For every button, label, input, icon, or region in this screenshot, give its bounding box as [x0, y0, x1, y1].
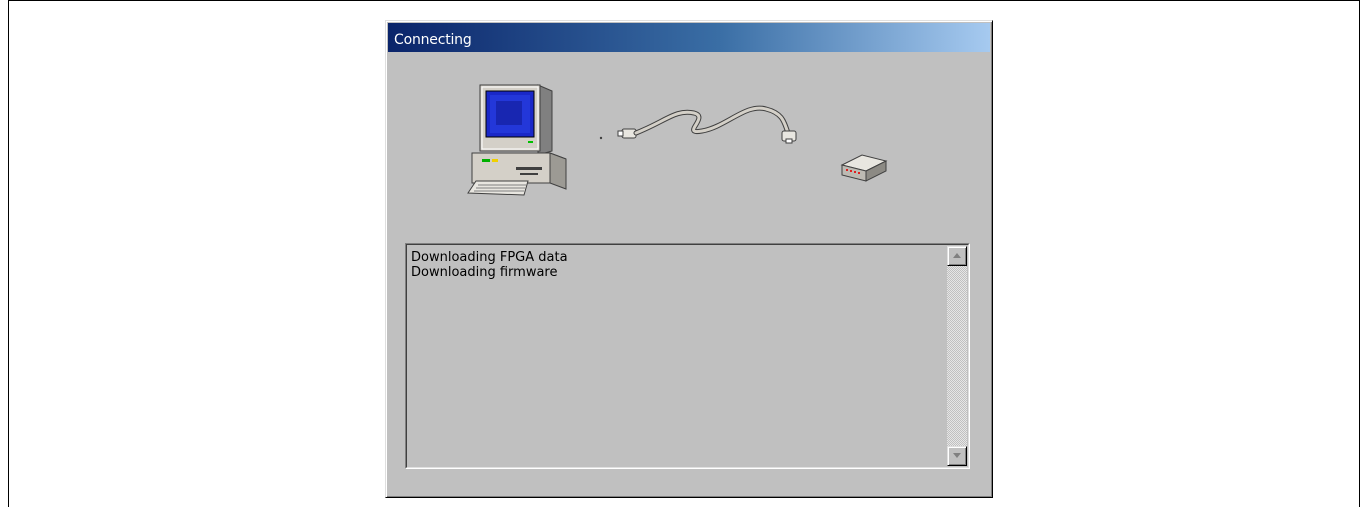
cable-icon	[599, 105, 797, 144]
connecting-dialog: Connecting Downloading FPGA data Downloa…	[385, 20, 993, 498]
log-line: Downloading firmware	[411, 265, 558, 280]
title-bar[interactable]: Connecting	[388, 23, 990, 52]
scroll-down-button[interactable]	[947, 446, 967, 466]
device-icon	[840, 154, 888, 182]
log-line: Downloading FPGA data	[411, 250, 568, 265]
window-title: Connecting	[394, 32, 472, 48]
vertical-scrollbar[interactable]	[947, 246, 967, 466]
log-text: Downloading FPGA data Downloading firmwa…	[411, 250, 942, 280]
computer-icon	[467, 84, 567, 196]
scroll-up-button[interactable]	[947, 246, 967, 266]
log-box[interactable]: Downloading FPGA data Downloading firmwa…	[405, 243, 970, 469]
arrow-up-icon	[953, 253, 961, 258]
arrow-down-icon	[953, 453, 961, 458]
log-box-inner: Downloading FPGA data Downloading firmwa…	[406, 244, 969, 468]
